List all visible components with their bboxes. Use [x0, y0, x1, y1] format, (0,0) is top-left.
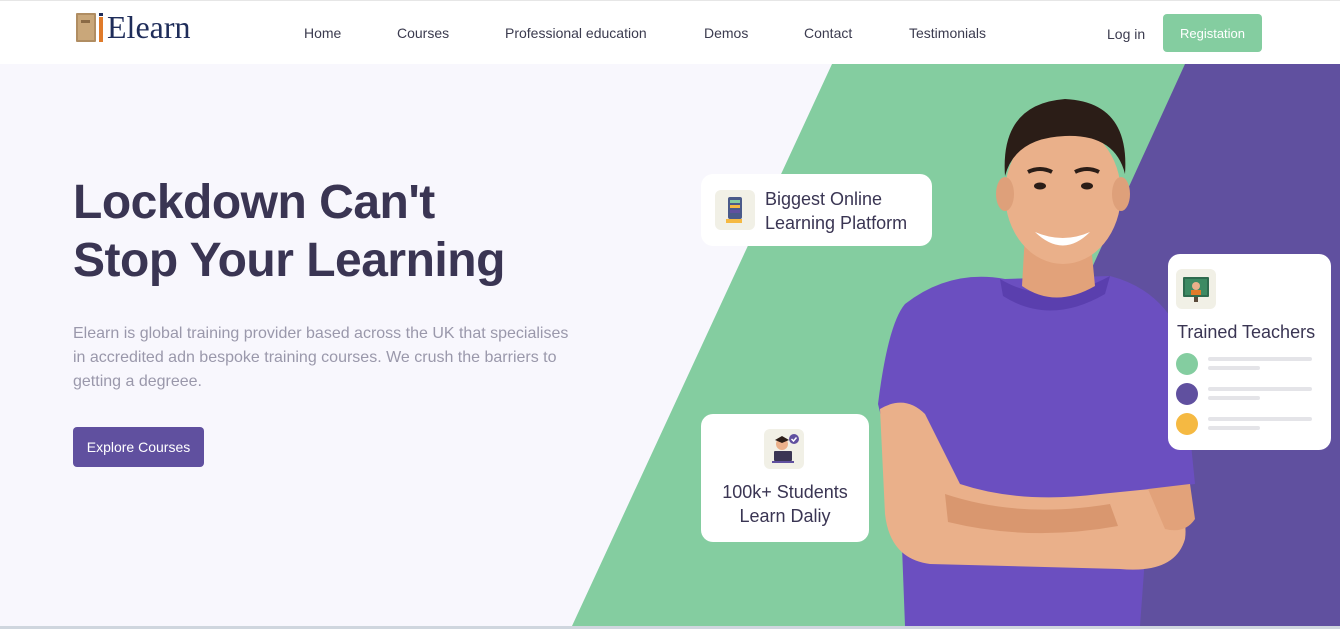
placeholder-line	[1208, 387, 1312, 391]
placeholder-line	[1208, 357, 1312, 361]
book-logo-icon	[75, 11, 107, 43]
teachers-card-title: Trained Teachers	[1177, 322, 1316, 342]
site-header: Elearn Home Courses Professional educati…	[0, 0, 1340, 64]
nav-courses[interactable]: Courses	[397, 25, 449, 41]
placeholder-line	[1208, 417, 1312, 421]
students-card-text: 100k+ Students Learn Daliy	[701, 480, 869, 528]
yellow-dot-icon	[1176, 413, 1198, 435]
hero-description: Elearn is global training provider based…	[73, 325, 569, 390]
placeholder-line	[1208, 396, 1260, 400]
brand-logo[interactable]: Elearn	[75, 11, 191, 43]
placeholder-line	[1208, 366, 1260, 370]
nav-professional-education[interactable]: Professional education	[505, 25, 647, 41]
teachers-list-item	[1176, 383, 1324, 407]
student-laptop-icon	[764, 429, 804, 469]
platform-card-text: Biggest Online Learning Platform	[765, 187, 907, 235]
teachers-card: Trained Teachers	[1168, 254, 1331, 450]
students-card-line-1: 100k+ Students	[722, 482, 848, 502]
platform-card-line-2: Learning Platform	[765, 213, 908, 233]
headline-line-1: Lockdown Can't	[73, 176, 435, 229]
students-card: 100k+ Students Learn Daliy	[701, 414, 869, 542]
platform-card: Biggest Online Learning Platform	[701, 174, 932, 246]
purple-dot-icon	[1176, 383, 1198, 405]
hero-headline: Lockdown Can't Stop Your Learning	[73, 174, 505, 290]
brand-name: Elearn	[107, 9, 191, 45]
register-button[interactable]: Registation	[1163, 14, 1262, 52]
teachers-list-item	[1176, 353, 1324, 377]
headline-line-2: Stop Your Learning	[73, 234, 505, 287]
nav-demos[interactable]: Demos	[704, 25, 748, 41]
teachers-list-item	[1176, 413, 1324, 437]
chalkboard-teacher-icon	[1176, 269, 1216, 309]
nav-home[interactable]: Home	[304, 25, 341, 41]
hero-section: Lockdown Can't Stop Your Learning Elearn…	[0, 64, 1340, 626]
tablet-books-icon	[715, 190, 755, 230]
students-card-line-2: Learn Daliy	[739, 506, 831, 526]
placeholder-line	[1208, 426, 1260, 430]
platform-card-line-1: Biggest Online	[765, 189, 883, 209]
explore-courses-button[interactable]: Explore Courses	[73, 427, 204, 467]
nav-testimonials[interactable]: Testimonials	[909, 25, 986, 41]
green-dot-icon	[1176, 353, 1198, 375]
login-link[interactable]: Log in	[1107, 26, 1145, 42]
nav-contact[interactable]: Contact	[804, 25, 852, 41]
